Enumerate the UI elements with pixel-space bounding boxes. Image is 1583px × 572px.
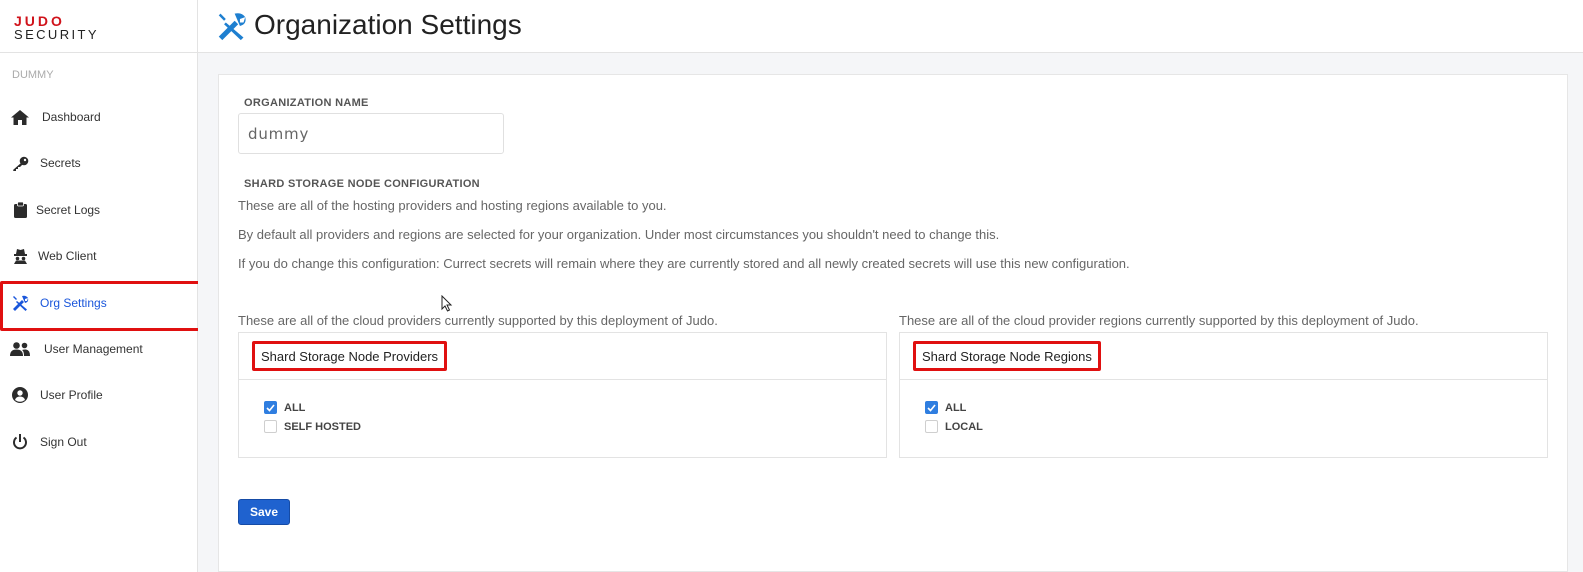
shard-config-description-3: If you do change this configuration: Cur… <box>238 256 1130 271</box>
shard-config-description-2: By default all providers and regions are… <box>238 227 1000 242</box>
providers-card-header: Shard Storage Node Providers <box>239 333 886 380</box>
sidebar-item-label: Org Settings <box>40 296 107 310</box>
sidebar-item-label: User Profile <box>40 388 103 402</box>
sidebar: JUDO SECURITY DUMMY Dashboard Secrets Se… <box>0 0 203 572</box>
page-title: Organization Settings <box>254 9 522 40</box>
save-button[interactable]: Save <box>238 499 290 525</box>
page-header: Organization Settings <box>198 0 1583 53</box>
region-option-label: ALL <box>945 401 967 414</box>
shard-config-description-1: These are all of the hosting providers a… <box>238 198 667 213</box>
power-icon <box>10 433 30 451</box>
provider-option-all[interactable]: ALL <box>264 401 305 414</box>
user-circle-icon <box>10 386 30 404</box>
sidebar-item-web-client[interactable]: Web Client <box>0 234 198 278</box>
org-name-input[interactable] <box>238 113 504 154</box>
providers-card-title: Shard Storage Node Providers <box>252 341 448 371</box>
sidebar-item-dashboard[interactable]: Dashboard <box>0 95 198 139</box>
users-icon <box>10 340 30 358</box>
sidebar-item-label: User Management <box>44 342 143 356</box>
regions-card-title: Shard Storage Node Regions <box>913 341 1101 371</box>
provider-option-label: SELF HOSTED <box>284 420 362 433</box>
providers-card: Shard Storage Node Providers ALL SELF HO… <box>238 332 887 458</box>
provider-option-self-hosted[interactable]: SELF HOSTED <box>264 420 361 433</box>
provider-option-label: ALL <box>284 401 306 414</box>
sidebar-item-user-management[interactable]: User Management <box>0 327 198 371</box>
sidebar-item-org-settings[interactable]: Org Settings <box>0 281 203 331</box>
sidebar-item-label: Web Client <box>38 249 97 263</box>
providers-caption: These are all of the cloud providers cur… <box>238 313 718 328</box>
incognito-icon <box>10 247 30 265</box>
logo-line1: JUDO <box>14 13 65 29</box>
org-name-label: DUMMY <box>12 69 54 81</box>
tools-icon <box>217 11 247 46</box>
checkbox-unchecked[interactable] <box>264 420 277 433</box>
mouse-cursor-icon <box>441 294 453 317</box>
key-icon <box>10 154 30 172</box>
regions-card-header: Shard Storage Node Regions <box>900 333 1547 380</box>
sidebar-item-label: Secret Logs <box>36 203 101 217</box>
home-icon <box>10 108 30 126</box>
checkbox-checked[interactable] <box>264 401 277 414</box>
region-option-all[interactable]: ALL <box>925 401 966 414</box>
sidebar-item-label: Dashboard <box>42 110 101 124</box>
tools-icon <box>10 294 30 312</box>
sidebar-item-secrets[interactable]: Secrets <box>0 141 198 185</box>
org-name-label: ORGANIZATION NAME <box>244 97 369 109</box>
sidebar-item-user-profile[interactable]: User Profile <box>0 373 198 417</box>
regions-caption: These are all of the cloud provider regi… <box>899 313 1419 328</box>
sidebar-item-sign-out[interactable]: Sign Out <box>0 420 198 464</box>
sidebar-item-label: Secrets <box>40 156 81 170</box>
checkbox-checked[interactable] <box>925 401 938 414</box>
checkbox-unchecked[interactable] <box>925 420 938 433</box>
sidebar-item-label: Sign Out <box>40 435 87 449</box>
region-option-label: LOCAL <box>945 420 983 433</box>
sidebar-item-secret-logs[interactable]: Secret Logs <box>0 188 198 232</box>
logo-line2: SECURITY <box>14 27 99 42</box>
regions-card: Shard Storage Node Regions ALL LOCAL <box>899 332 1548 458</box>
logo[interactable]: JUDO SECURITY <box>0 0 197 53</box>
clipboard-icon <box>10 201 30 219</box>
region-option-local[interactable]: LOCAL <box>925 420 983 433</box>
shard-config-label: SHARD STORAGE NODE CONFIGURATION <box>244 178 480 190</box>
